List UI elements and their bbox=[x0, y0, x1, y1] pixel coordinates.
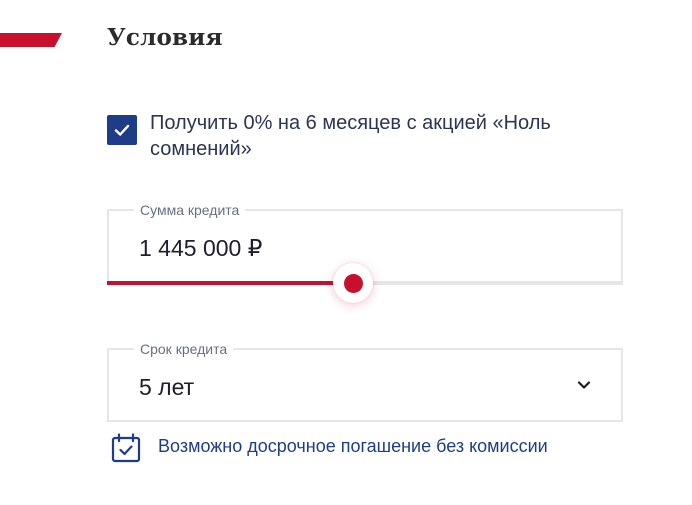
checkmark-icon bbox=[114, 124, 130, 136]
loan-amount-legend: Сумма кредита bbox=[134, 201, 246, 219]
promo-checkbox-label[interactable]: Получить 0% на 6 месяцев с акцией «Ноль … bbox=[150, 110, 600, 162]
loan-term-select[interactable]: Срок кредита 5 лет bbox=[107, 340, 623, 422]
loan-amount-slider-fill bbox=[107, 281, 354, 285]
chevron-down-icon[interactable] bbox=[575, 376, 593, 394]
slider-thumb-dot bbox=[343, 273, 363, 293]
calendar-check-icon bbox=[111, 433, 141, 463]
loan-amount-slider-thumb[interactable] bbox=[333, 263, 374, 303]
section-accent-bar bbox=[0, 33, 62, 47]
loan-amount-value[interactable]: 1 445 000 ₽ bbox=[139, 235, 262, 262]
section-title: Условия bbox=[107, 24, 223, 51]
promo-checkbox[interactable] bbox=[107, 115, 137, 145]
loan-amount-slider[interactable] bbox=[107, 263, 623, 303]
early-repayment-text: Возможно досрочное погашение без комисси… bbox=[158, 436, 548, 456]
loan-term-value[interactable]: 5 лет bbox=[139, 374, 194, 401]
loan-term-legend: Срок кредита bbox=[134, 340, 234, 358]
